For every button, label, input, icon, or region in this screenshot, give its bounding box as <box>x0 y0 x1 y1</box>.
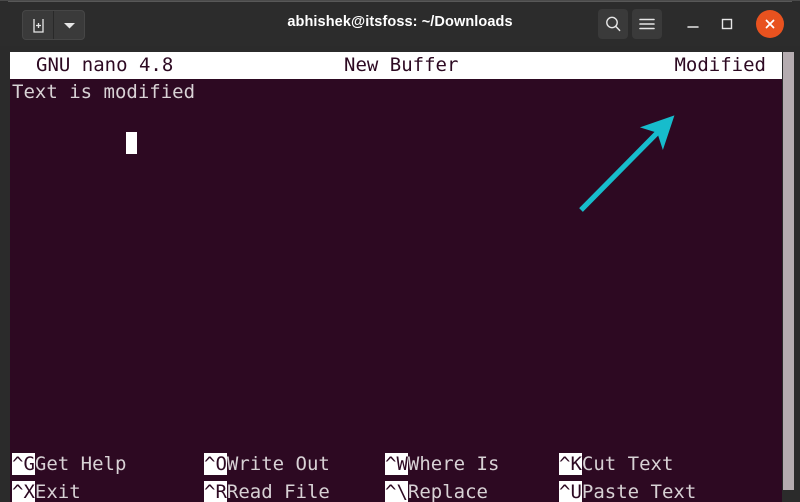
maximize-icon <box>721 18 733 30</box>
terminal-scrollbar[interactable] <box>783 52 794 490</box>
nano-shortcut-bar: ^GGet Help ^OWrite Out ^WWhere Is ^KCut … <box>10 450 782 502</box>
shortcut-key: ^U <box>559 481 582 502</box>
terminal-screen[interactable]: GNU nano 4.8 New Buffer Modified Text is… <box>10 52 782 502</box>
shortcut-read-file[interactable]: ^RRead File <box>204 478 330 502</box>
shortcut-replace[interactable]: ^\Replace <box>385 478 488 502</box>
shortcut-where-is[interactable]: ^WWhere Is <box>385 450 499 478</box>
maximize-button[interactable] <box>712 9 742 39</box>
minimize-button[interactable] <box>678 9 708 39</box>
shortcut-row-1: ^GGet Help ^OWrite Out ^WWhere Is ^KCut … <box>10 450 782 478</box>
terminal-window: abhishek@itsfoss: ~/Downloads GNU nano 4… <box>0 0 800 502</box>
nano-titlebar: GNU nano 4.8 New Buffer Modified <box>10 52 782 79</box>
terminal-frame: GNU nano 4.8 New Buffer Modified Text is… <box>0 46 800 502</box>
shortcut-key: ^W <box>385 453 408 475</box>
shortcut-label: Read File <box>226 481 330 502</box>
nano-buffer-name: New Buffer <box>344 54 459 76</box>
shortcut-paste-text[interactable]: ^UPaste Text <box>559 478 696 502</box>
shortcut-label: Paste Text <box>581 481 697 502</box>
shortcut-cut-text[interactable]: ^KCut Text <box>559 450 673 478</box>
buffer-line: Text is modified <box>12 81 196 103</box>
menu-button[interactable] <box>632 9 662 39</box>
shortcut-label: Where Is <box>407 453 500 475</box>
shortcut-label: Cut Text <box>581 453 674 475</box>
close-icon <box>765 19 775 29</box>
shortcut-key: ^\ <box>385 481 408 502</box>
shortcut-key: ^G <box>12 453 35 475</box>
text-cursor <box>126 132 138 154</box>
search-button[interactable] <box>598 9 628 39</box>
minimize-icon <box>687 26 699 28</box>
close-button[interactable] <box>756 10 784 38</box>
shortcut-exit[interactable]: ^XExit <box>12 478 81 502</box>
shortcut-write-out[interactable]: ^OWrite Out <box>204 450 330 478</box>
hamburger-menu-icon <box>639 18 655 30</box>
nano-text-buffer[interactable]: Text is modified <box>10 79 782 502</box>
nano-modified-indicator: Modified <box>674 54 766 76</box>
window-titlebar: abhishek@itsfoss: ~/Downloads <box>0 0 800 46</box>
shortcut-label: Replace <box>407 481 488 502</box>
shortcut-label: Exit <box>34 481 81 502</box>
nano-version: GNU nano 4.8 <box>36 54 174 76</box>
shortcut-label: Get Help <box>34 453 127 475</box>
shortcut-key: ^K <box>559 453 582 475</box>
shortcut-label: Write Out <box>226 453 330 475</box>
shortcut-row-2: ^XExit ^RRead File ^\Replace ^UPaste Tex… <box>10 478 782 502</box>
shortcut-key: ^X <box>12 481 35 502</box>
shortcut-key: ^O <box>204 453 227 475</box>
shortcut-get-help[interactable]: ^GGet Help <box>12 450 126 478</box>
search-icon <box>606 16 621 32</box>
shortcut-key: ^R <box>204 481 227 502</box>
buffer-line-cursor <box>10 105 782 154</box>
titlebar-right-controls <box>598 9 784 39</box>
